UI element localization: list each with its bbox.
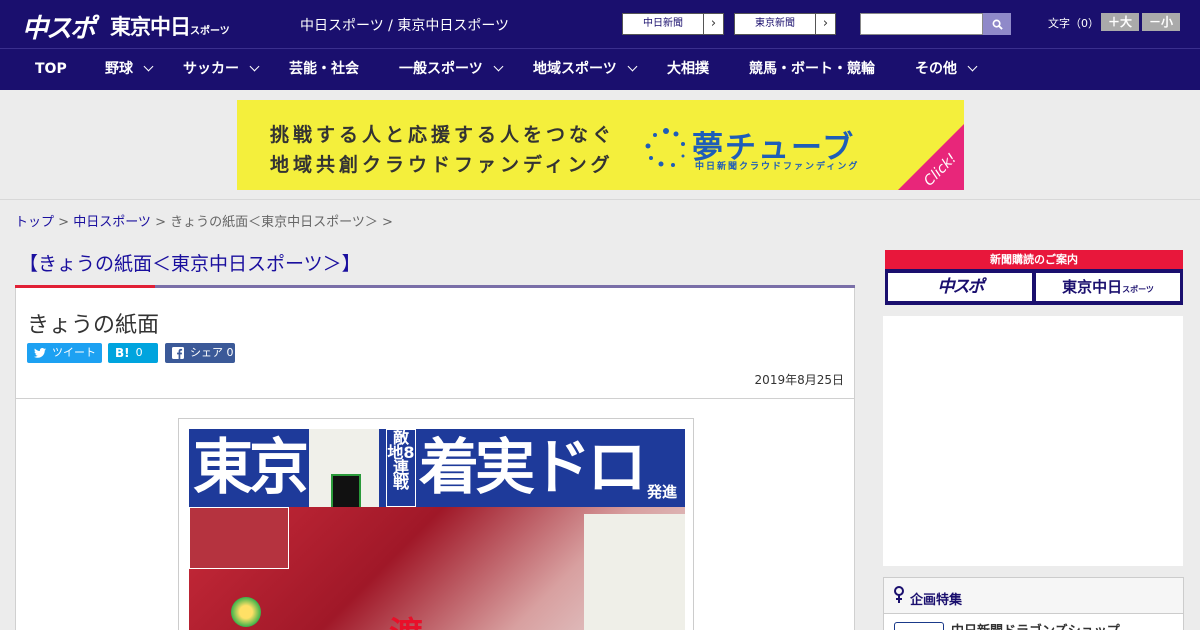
sidebar-ad-slot bbox=[883, 316, 1183, 566]
search-input[interactable] bbox=[860, 13, 983, 35]
dragons-shop-thumbnail[interactable] bbox=[894, 622, 944, 630]
main-nav: TOP 野球 サッカー 芸能・社会 一般スポーツ 地域スポーツ 大相撲 競馬・ボ… bbox=[0, 48, 1200, 90]
crowdfunding-banner[interactable]: 挑戦する人と応援する人をつなぐ 地域共創クラウドファンディング 夢チューブ 中日… bbox=[237, 100, 964, 190]
site-header: 中スポ 東京中日スポーツ 中日スポーツ / 東京中日スポーツ 中日新聞 › 東京… bbox=[0, 0, 1200, 48]
nav-label: 大相撲 bbox=[667, 61, 709, 77]
banner-area: 挑戦する人と応援する人をつなぐ 地域共創クラウドファンディング 夢チューブ 中日… bbox=[0, 90, 1200, 200]
font-size-decrease-button[interactable]: －小 bbox=[1142, 13, 1180, 31]
banner-brand-sub: 中日新聞クラウドファンディング bbox=[695, 162, 860, 172]
newspaper-front-page: 東京 敵地8連戦 着実ドロー 発進 渡 bbox=[189, 429, 685, 630]
twitter-icon bbox=[34, 348, 46, 358]
chuspo-logo[interactable]: 中スポ bbox=[22, 8, 96, 45]
tokyo-chunichi-logo[interactable]: 東京中日スポーツ bbox=[110, 11, 230, 41]
nav-label: その他 bbox=[915, 61, 957, 77]
subscribe-chuspo-button[interactable]: 中スポ bbox=[888, 273, 1032, 301]
subscription-title: 新聞購読のご案内 bbox=[885, 250, 1183, 269]
chevron-down-icon bbox=[493, 61, 504, 72]
inset-photo bbox=[189, 507, 289, 569]
feature-box: 企画特集 中日新聞ドラゴンズショップ bbox=[883, 577, 1184, 630]
chevron-down-icon bbox=[627, 61, 638, 72]
site-links[interactable]: 中日スポーツ / 東京中日スポーツ bbox=[300, 15, 509, 35]
facebook-share-label: シェア bbox=[190, 346, 223, 359]
jleague-logo bbox=[331, 474, 361, 510]
banner-line-2: 地域共創クラウドファンディング bbox=[270, 154, 614, 176]
breadcrumb-home[interactable]: トップ bbox=[15, 215, 54, 230]
nav-item-entertainment[interactable]: 芸能・社会 bbox=[289, 49, 359, 90]
headline-left: 東京 bbox=[193, 433, 309, 503]
search-icon bbox=[992, 19, 1003, 30]
dream-dots-icon bbox=[645, 128, 685, 167]
facebook-share-button[interactable]: シェア 0 bbox=[165, 343, 235, 363]
subscription-box[interactable]: 新聞購読のご案内 中スポ 東京中日スポーツ bbox=[885, 250, 1183, 305]
article-header: きょうの紙面 ツイート B! 0 シェア 0 2019年8月25日 bbox=[16, 288, 854, 399]
tokyo-shimbun-label: 東京新聞 bbox=[755, 18, 795, 29]
font-size-label: 文字（0） bbox=[1048, 17, 1099, 30]
breadcrumb-sep: > bbox=[150, 215, 171, 230]
chevron-right-icon: › bbox=[703, 14, 723, 34]
chevron-down-icon bbox=[249, 61, 260, 72]
photo-caption: 渡 bbox=[389, 607, 423, 630]
tokyo-logo-suffix: スポーツ bbox=[190, 26, 230, 37]
nav-item-other[interactable]: その他 bbox=[915, 49, 978, 90]
nav-item-local-sports[interactable]: 地域スポーツ bbox=[533, 49, 638, 90]
subscribe-tokyo-label: 東京中日 bbox=[1062, 278, 1123, 296]
chevron-down-icon bbox=[143, 61, 154, 72]
feature-title: 企画特集 bbox=[910, 593, 963, 608]
subscribe-tokyo-chunichi-button[interactable]: 東京中日スポーツ bbox=[1036, 273, 1180, 301]
section-title: 【きょうの紙面＜東京中日スポーツ＞】 bbox=[19, 253, 361, 275]
article-card: きょうの紙面 ツイート B! 0 シェア 0 2019年8月25日 東京 敵地8… bbox=[15, 288, 855, 630]
ball-graphic bbox=[231, 597, 261, 627]
font-size-increase-button[interactable]: ＋大 bbox=[1101, 13, 1139, 31]
chevron-right-icon: › bbox=[815, 14, 835, 34]
nav-label: TOP bbox=[35, 61, 67, 77]
hatena-count: 0 bbox=[135, 346, 143, 359]
feature-header: 企画特集 bbox=[884, 578, 1183, 614]
nav-label: 競馬・ボート・競輪 bbox=[749, 61, 875, 77]
nav-label: サッカー bbox=[183, 61, 239, 77]
nav-item-soccer[interactable]: サッカー bbox=[183, 49, 260, 90]
tokyo-logo-text: 東京中日 bbox=[110, 15, 191, 39]
tweet-label: ツイート bbox=[52, 346, 96, 359]
nav-label: 地域スポーツ bbox=[533, 61, 617, 77]
side-text-block bbox=[584, 514, 685, 630]
breadcrumb-section[interactable]: 中日スポーツ bbox=[73, 215, 151, 230]
nav-label: 一般スポーツ bbox=[399, 61, 483, 77]
breadcrumb-sep: > bbox=[377, 215, 393, 230]
breadcrumb-current: きょうの紙面＜東京中日スポーツ＞ bbox=[170, 215, 378, 230]
nav-label: 芸能・社会 bbox=[289, 61, 359, 77]
search-button[interactable] bbox=[983, 13, 1011, 35]
newspaper-image[interactable]: 東京 敵地8連戦 着実ドロー 発進 渡 bbox=[178, 418, 694, 630]
chunichi-shimbun-label: 中日新聞 bbox=[643, 18, 683, 29]
breadcrumb: トップ > 中日スポーツ > きょうの紙面＜東京中日スポーツ＞ > bbox=[15, 211, 393, 230]
tokyo-shimbun-button[interactable]: 東京新聞 › bbox=[734, 13, 836, 35]
article-title: きょうの紙面 bbox=[27, 313, 160, 338]
tekichi-label: 敵地8連戦 bbox=[386, 429, 416, 507]
hatena-icon: B! bbox=[115, 346, 130, 360]
nav-label: 野球 bbox=[105, 61, 133, 77]
nav-item-top[interactable]: TOP bbox=[35, 49, 67, 90]
pin-icon bbox=[894, 586, 904, 603]
breadcrumb-sep: > bbox=[54, 215, 74, 230]
hatena-bookmark-button[interactable]: B! 0 bbox=[108, 343, 158, 363]
hassin-label: 発進 bbox=[647, 483, 678, 501]
article-date: 2019年8月25日 bbox=[754, 373, 844, 387]
subscribe-tokyo-suffix: スポーツ bbox=[1122, 285, 1154, 294]
nav-item-general-sports[interactable]: 一般スポーツ bbox=[399, 49, 504, 90]
banner-line-1: 挑戦する人と応援する人をつなぐ bbox=[270, 124, 616, 146]
facebook-icon bbox=[172, 347, 184, 359]
nav-item-sumo[interactable]: 大相撲 bbox=[667, 49, 709, 90]
chunichi-shimbun-button[interactable]: 中日新聞 › bbox=[622, 13, 724, 35]
tweet-button[interactable]: ツイート bbox=[27, 343, 102, 363]
dragons-shop-link[interactable]: 中日新聞ドラゴンズショップ bbox=[951, 620, 1120, 630]
nav-item-baseball[interactable]: 野球 bbox=[105, 49, 154, 90]
nav-item-racing[interactable]: 競馬・ボート・競輪 bbox=[749, 49, 875, 90]
facebook-share-count: 0 bbox=[226, 346, 234, 359]
chevron-down-icon bbox=[967, 61, 978, 72]
